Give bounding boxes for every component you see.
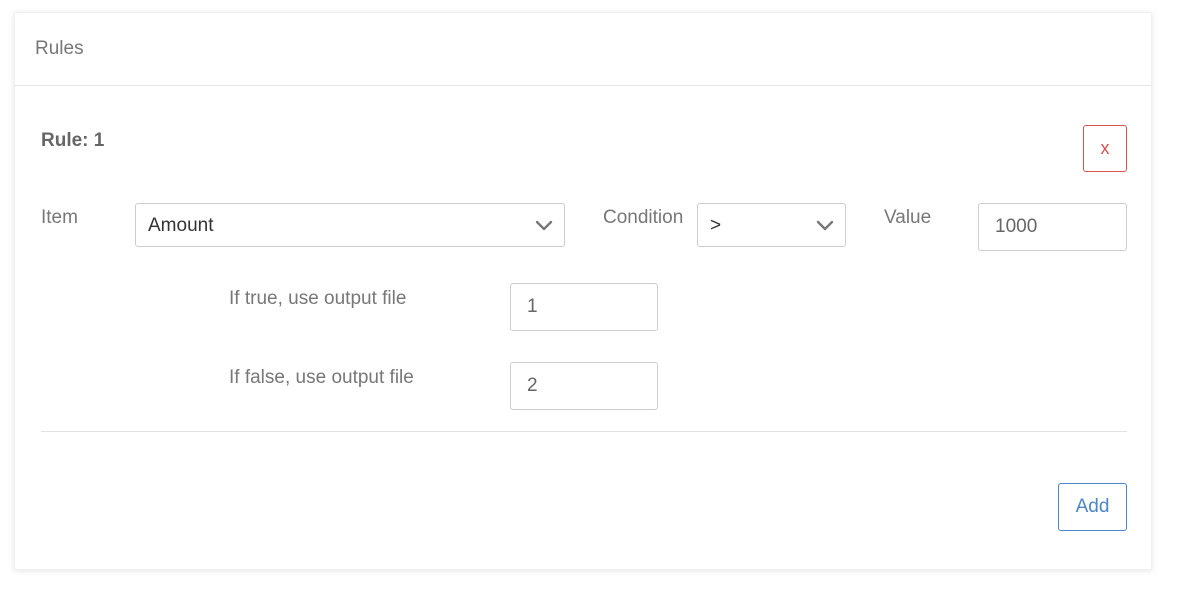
condition-select-value: > xyxy=(710,215,722,236)
chevron-down-icon xyxy=(816,220,834,231)
value-input[interactable] xyxy=(978,203,1127,251)
item-select-value: Amount xyxy=(148,215,214,236)
true-output-input[interactable] xyxy=(510,283,658,331)
true-output-label: If true, use output file xyxy=(229,288,407,309)
false-output-label: If false, use output file xyxy=(229,367,414,388)
add-rule-button[interactable]: Add xyxy=(1058,483,1127,531)
rule-divider xyxy=(41,431,1127,432)
false-output-input[interactable] xyxy=(510,362,658,410)
rules-panel: Rules Rule: 1 x Item Amount Condition > … xyxy=(14,12,1152,570)
item-label: Item xyxy=(41,207,78,228)
rule-title: Rule: 1 xyxy=(41,130,105,151)
condition-label: Condition xyxy=(603,207,684,228)
remove-rule-button[interactable]: x xyxy=(1083,125,1127,172)
condition-select[interactable]: > xyxy=(697,203,846,247)
panel-header: Rules xyxy=(15,13,1151,86)
item-select[interactable]: Amount xyxy=(135,203,565,247)
panel-title: Rules xyxy=(35,38,84,59)
chevron-down-icon xyxy=(535,220,553,231)
value-label: Value xyxy=(884,207,932,228)
